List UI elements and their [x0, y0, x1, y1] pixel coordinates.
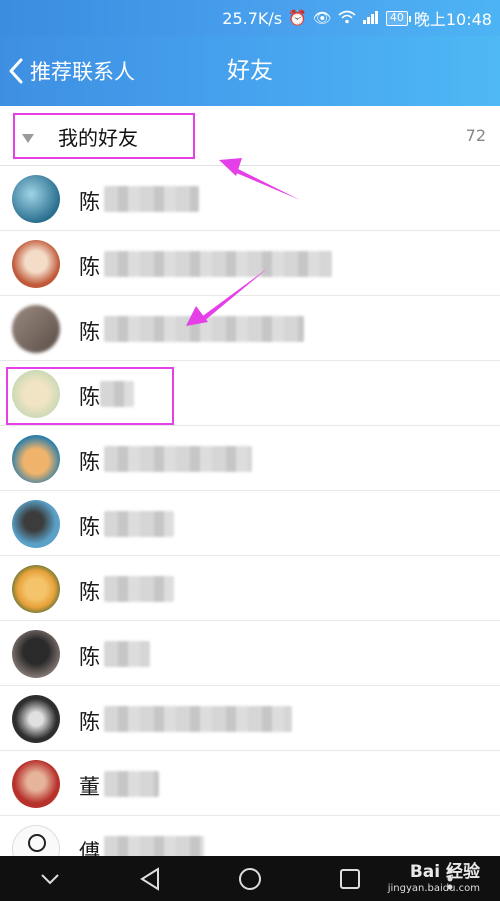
back-label: 推荐联系人 — [30, 60, 135, 84]
back-button[interactable]: 推荐联系人 — [6, 36, 135, 106]
wifi-icon — [338, 10, 356, 27]
home-circle-icon — [239, 867, 261, 890]
collapse-nav-button[interactable] — [30, 864, 70, 894]
avatar — [12, 305, 60, 353]
redacted-text — [104, 641, 150, 667]
friend-name: 陈 — [79, 580, 100, 604]
avatar — [12, 630, 60, 678]
redacted-text — [104, 316, 304, 342]
friend-name: 董 — [79, 775, 100, 799]
friend-row[interactable]: 陈 — [0, 621, 500, 686]
redacted-text — [104, 251, 332, 277]
redacted-text — [104, 706, 292, 732]
friend-row[interactable]: 陈 — [0, 166, 500, 231]
status-bar: 25.7K/s ⏰ 👁 40 晚上10:48 — [0, 0, 500, 36]
chevron-down-icon — [41, 873, 59, 884]
nav-recent-button[interactable] — [330, 864, 370, 894]
group-title: 我的好友 — [58, 126, 138, 150]
friend-row[interactable]: 陈 — [0, 361, 500, 426]
watermark-main: Bai 经验 — [409, 862, 480, 883]
friend-list: 陈 陈 陈 陈 陈 陈 陈 陈 陈 董 傅 — [0, 166, 500, 881]
back-triangle-icon — [140, 866, 159, 891]
watermark-sub: jingyan.baidu.com — [387, 882, 480, 894]
redacted-text — [104, 771, 159, 797]
signal-icon — [362, 10, 380, 27]
avatar — [12, 240, 60, 288]
friend-row[interactable]: 陈 — [0, 231, 500, 296]
friend-name: 陈 — [79, 385, 100, 409]
friend-name: 陈 — [79, 710, 100, 734]
friend-group-header[interactable]: 我的好友 72 — [0, 106, 500, 166]
friend-name: 陈 — [79, 255, 100, 279]
chevron-left-icon — [9, 58, 23, 84]
recent-square-icon — [340, 868, 360, 889]
redacted-text — [104, 511, 174, 537]
friend-name: 陈 — [79, 645, 100, 669]
friend-name: 陈 — [79, 320, 100, 344]
friend-row[interactable]: 陈 — [0, 491, 500, 556]
network-speed: 25.7K/s — [222, 8, 283, 28]
eye-icon: 👁 — [312, 8, 332, 27]
avatar — [12, 370, 60, 418]
baidu-watermark: Bai 经验 jingyan.baidu.com — [388, 856, 480, 901]
redacted-text — [104, 186, 199, 212]
friend-row[interactable]: 陈 — [0, 296, 500, 361]
avatar — [12, 760, 60, 808]
battery-icon: 40 — [385, 10, 411, 26]
redacted-text — [100, 381, 134, 407]
friend-row[interactable]: 董 — [0, 751, 500, 816]
friend-name: 陈 — [79, 190, 100, 214]
friend-row[interactable]: 陈 — [0, 686, 500, 751]
alarm-icon: ⏰ — [288, 8, 307, 27]
expand-triangle-icon — [22, 134, 34, 143]
avatar — [12, 500, 60, 548]
avatar — [12, 435, 60, 483]
avatar — [12, 565, 60, 613]
nav-back-button[interactable] — [130, 864, 170, 894]
status-time: 晚上10:48 — [413, 10, 492, 29]
friend-row[interactable]: 陈 — [0, 556, 500, 621]
nav-home-button[interactable] — [230, 864, 270, 894]
avatar — [12, 175, 60, 223]
friend-name: 陈 — [79, 515, 100, 539]
top-header: 推荐联系人 好友 — [0, 36, 500, 106]
redacted-text — [104, 446, 252, 472]
avatar — [12, 695, 60, 743]
friend-name: 陈 — [79, 450, 100, 474]
group-count: 72 — [465, 126, 486, 145]
friend-row[interactable]: 陈 — [0, 426, 500, 491]
redacted-text — [104, 576, 174, 602]
